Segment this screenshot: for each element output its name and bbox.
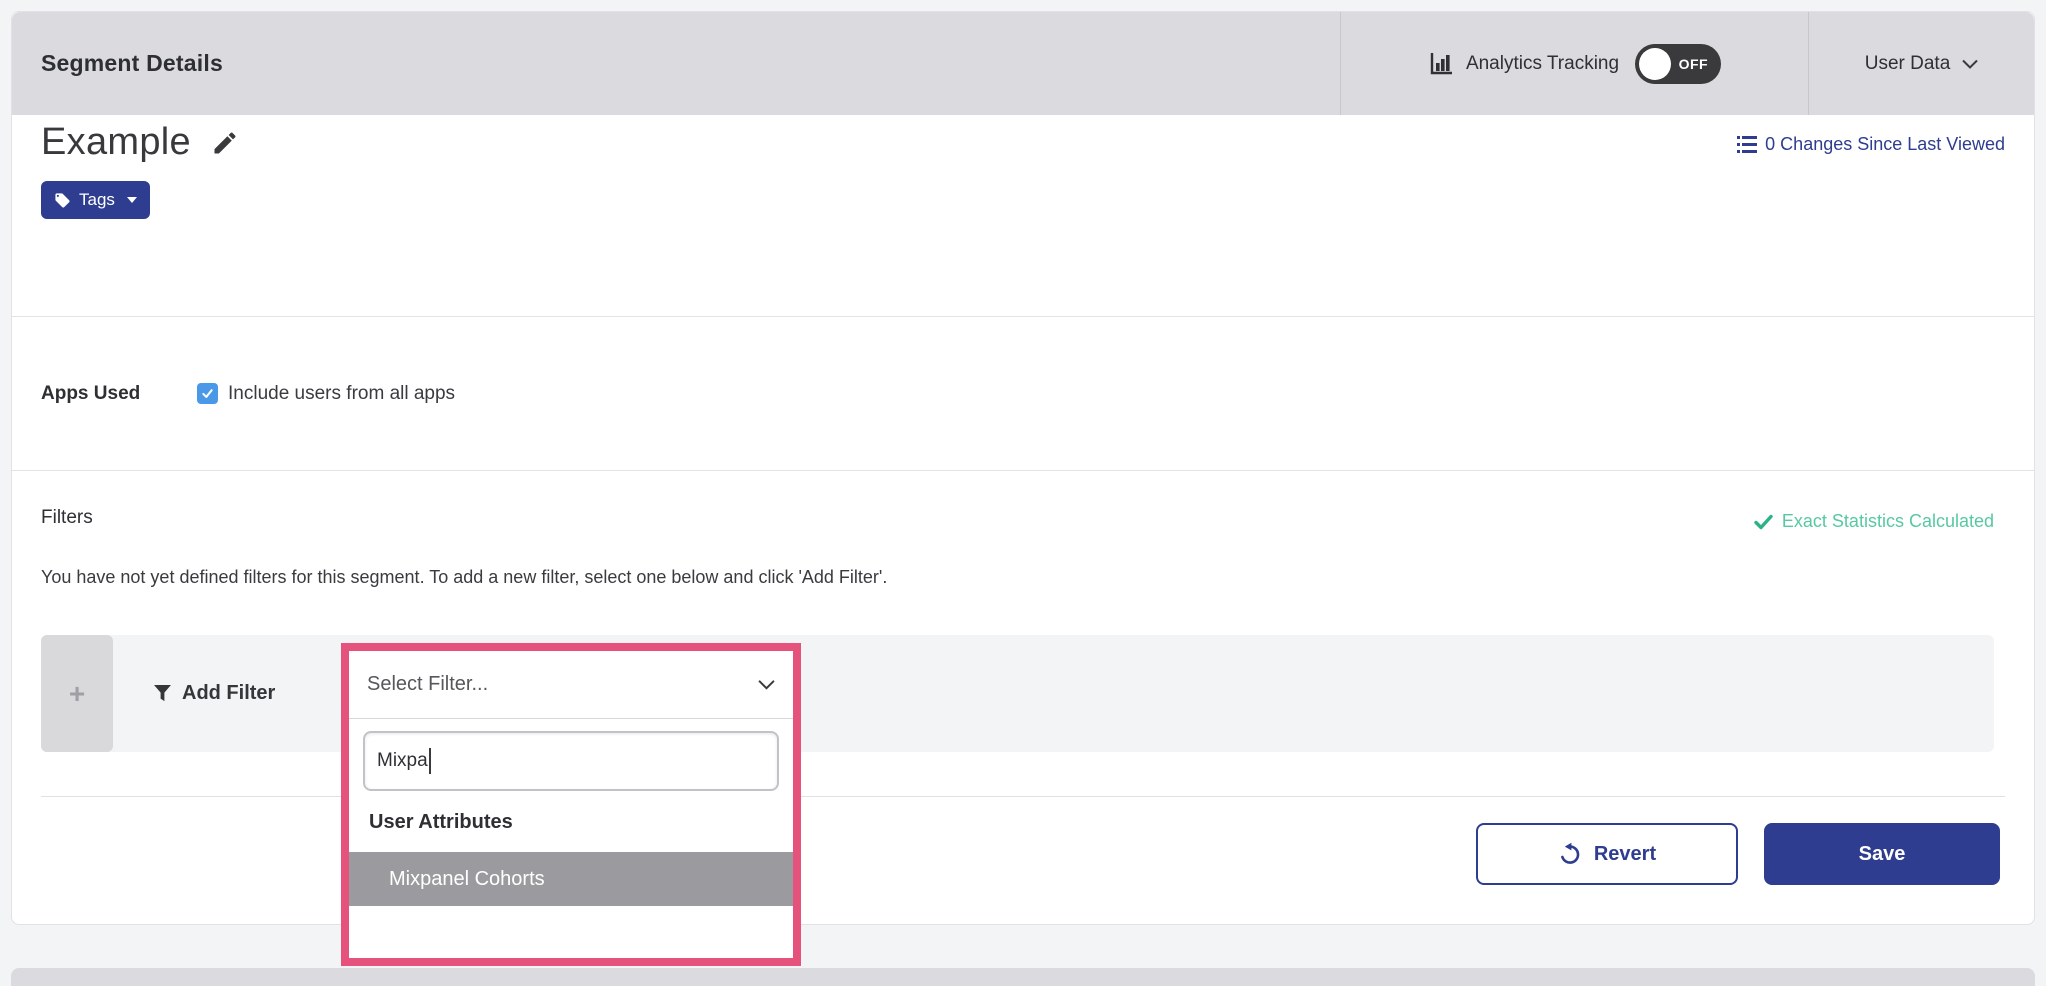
analytics-tracking-toggle[interactable]: OFF [1635,44,1721,84]
caret-down-icon [127,197,137,203]
text-caret [429,748,431,774]
add-filter-label: Add Filter [182,682,275,705]
chevron-down-icon [1962,59,1978,69]
toggle-knob [1639,48,1671,80]
toggle-state-label: OFF [1679,56,1722,72]
list-icon [1737,136,1757,153]
filter-search-value: Mixpa [377,750,428,772]
page-title: Segment Details [12,50,223,77]
filters-heading: Filters [41,507,93,529]
add-filter-label-wrap: Add Filter [153,635,275,752]
filters-empty-text: You have not yet defined filters for thi… [41,567,887,588]
user-data-label: User Data [1865,53,1951,75]
changes-link-label: 0 Changes Since Last Viewed [1765,134,2005,155]
add-filter-row: + Add Filter [41,635,1994,752]
save-button[interactable]: Save [1764,823,2000,885]
analytics-tracking-control: Analytics Tracking OFF [1340,12,1808,115]
segment-details-card: Segment Details Analytics Tracking OFF U… [11,11,2035,925]
analytics-tracking-label: Analytics Tracking [1466,53,1619,75]
chevron-down-icon [758,679,775,690]
funnel-icon [153,684,172,703]
revert-icon [1558,842,1582,866]
next-panel-header [11,968,2035,986]
card-header: Segment Details Analytics Tracking OFF U… [12,12,2034,115]
include-all-apps-checkbox[interactable] [197,383,218,404]
user-data-dropdown[interactable]: User Data [1808,12,2034,115]
apps-used-label: Apps Used [41,383,197,405]
header-spacer [223,12,1340,115]
dropdown-group-header: User Attributes [369,811,793,834]
add-filter-plus-button[interactable]: + [41,635,113,752]
filters-section: Filters Exact Statistics Calculated You … [12,471,2034,926]
filter-search-input[interactable]: Mixpa [363,731,779,791]
select-filter-placeholder: Select Filter... [367,673,488,696]
tags-button-label: Tags [79,190,115,210]
footer-divider [41,796,2005,797]
filters-status: Exact Statistics Calculated [1754,511,1994,532]
revert-button[interactable]: Revert [1476,823,1738,885]
tags-button[interactable]: Tags [41,181,150,219]
green-check-icon [1754,514,1773,530]
revert-button-label: Revert [1594,843,1656,866]
dropdown-search-wrap: Mixpa [349,719,793,791]
bar-chart-icon [1428,51,1454,77]
changes-since-last-viewed-link[interactable]: 0 Changes Since Last Viewed [1737,134,2005,155]
dropdown-option-mixpanel-cohorts[interactable]: Mixpanel Cohorts [349,852,793,906]
check-icon [201,387,214,400]
select-filter-dropdown[interactable]: Select Filter... [349,651,793,719]
pencil-icon[interactable] [211,129,239,157]
tag-icon [54,192,71,209]
apps-used-section: Apps Used Include users from all apps [12,317,2034,471]
segment-name: Example [41,121,191,164]
save-button-label: Save [1859,843,1906,866]
include-all-apps-label: Include users from all apps [228,383,455,405]
segment-name-section: Example 0 Changes Since Last Viewed [12,115,2034,317]
filters-status-label: Exact Statistics Calculated [1782,511,1994,532]
filter-dropdown-highlight-box: Select Filter... Mixpa User Attributes M… [341,643,801,966]
segment-name-row: Example [41,121,239,164]
